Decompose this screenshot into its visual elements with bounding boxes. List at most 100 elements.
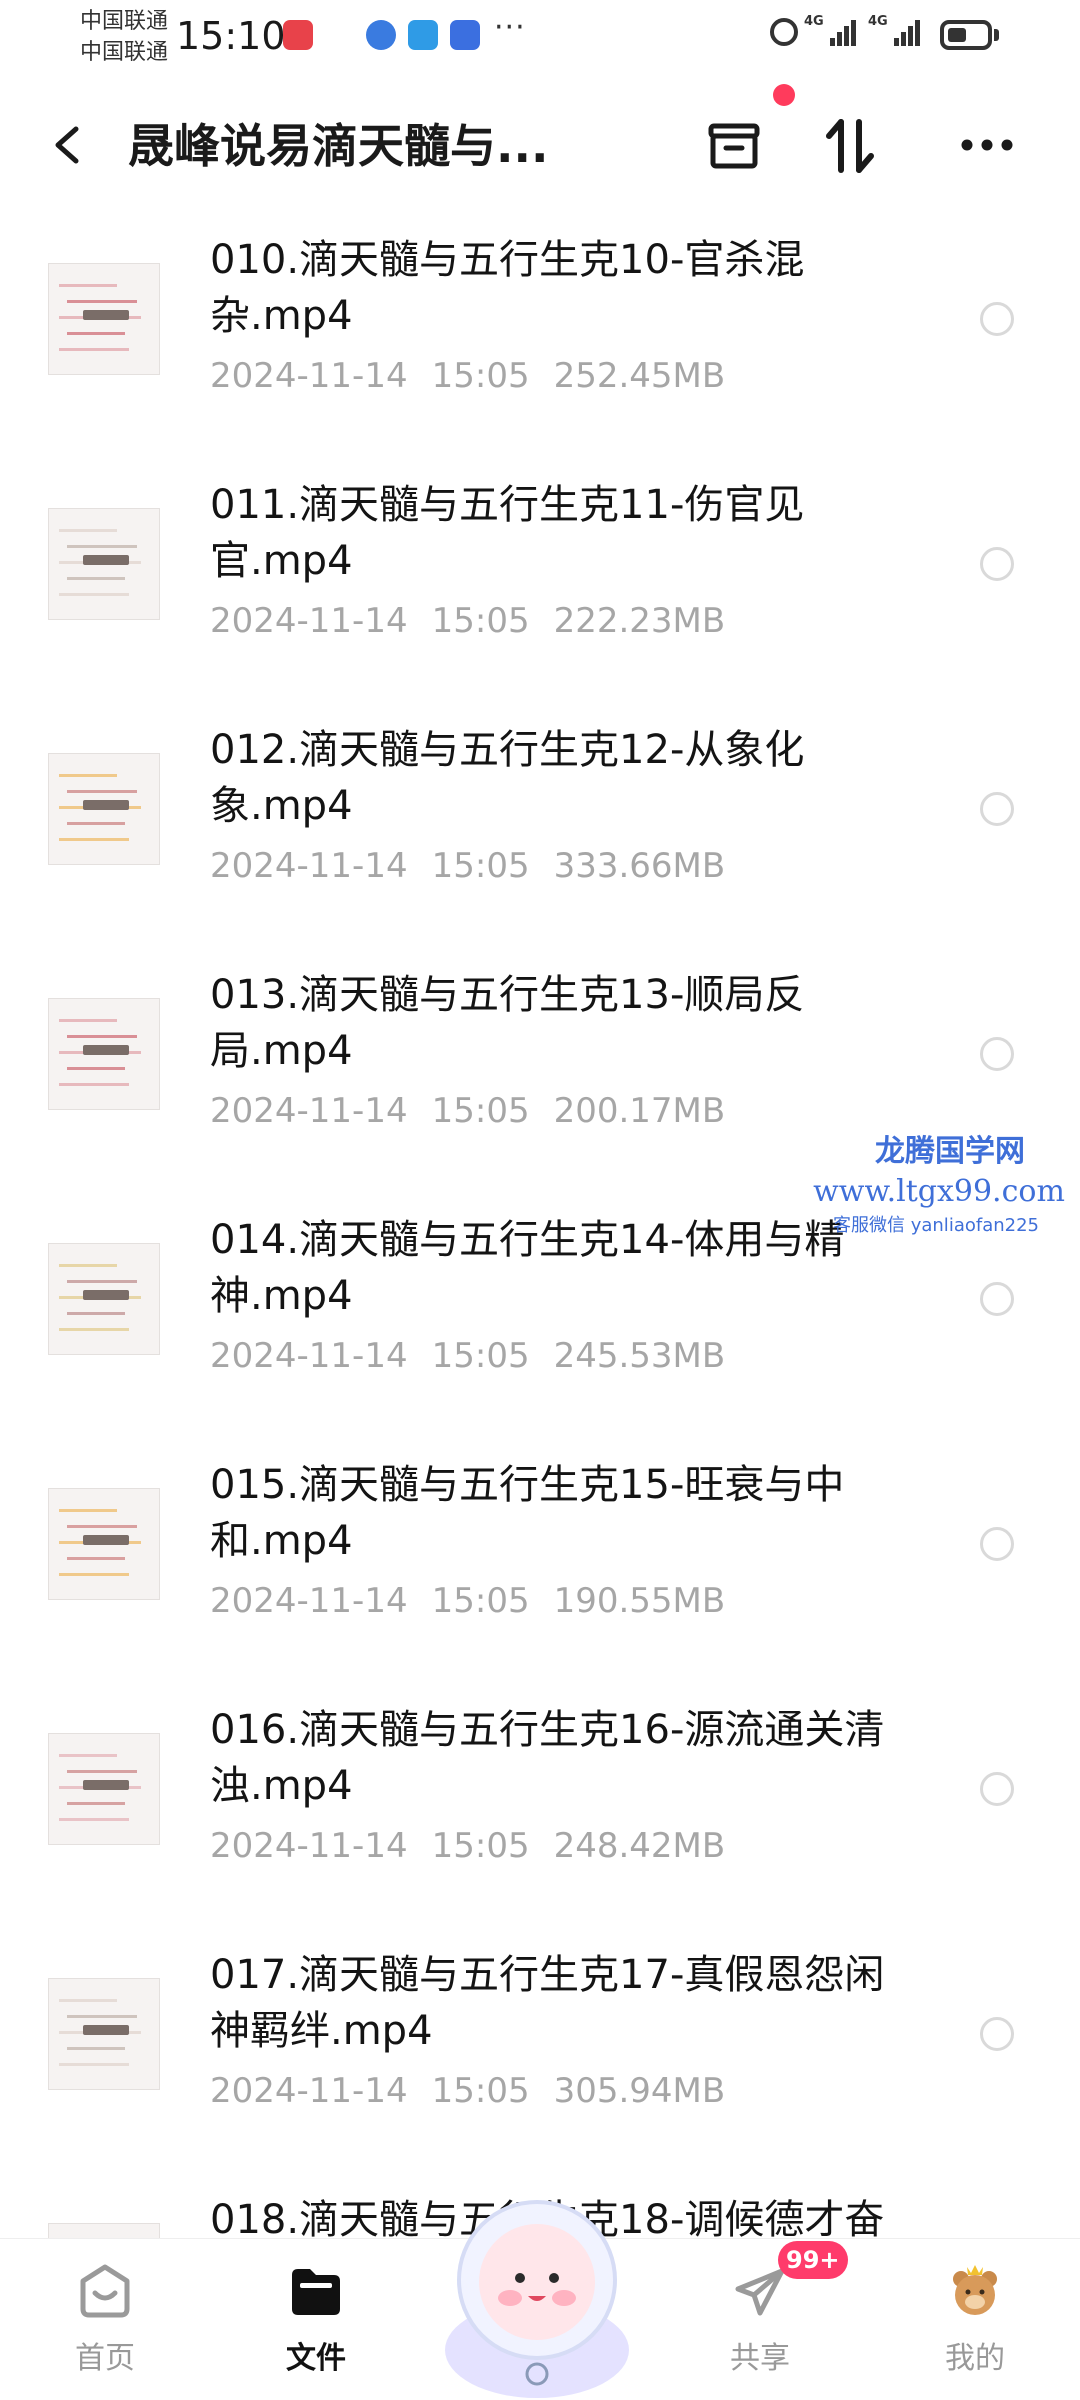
video-thumbnail (48, 1243, 160, 1355)
carrier-1: 中国联通 (80, 9, 169, 34)
thumbnail-text-line (59, 1999, 117, 2002)
thumbnail-text-line (67, 1067, 125, 1070)
thumbnail-title-block (83, 1535, 129, 1545)
file-time: 15:05 (431, 1826, 530, 1866)
file-time: 15:05 (431, 846, 530, 886)
file-row[interactable]: 014.滴天髓与五行生克14-体用与精神.mp4 2024-11-14 15:05 2… (0, 1198, 1080, 1443)
sort-button[interactable] (815, 110, 885, 180)
weather-notification-icon (408, 20, 438, 50)
file-row[interactable]: 015.滴天髓与五行生克15-旺衰与中和.mp4 2024-11-14 15:05 1… (0, 1443, 1080, 1688)
file-size: 190.55MB (553, 1581, 726, 1621)
file-name: 013.滴天髓与五行生克13-顺局反局.mp4 (210, 972, 805, 1074)
select-radio[interactable] (980, 547, 1014, 581)
thumbnail-text-line (67, 300, 137, 303)
file-name: 011.滴天髓与五行生克11-伤官见官.mp4 (210, 482, 805, 584)
video-thumbnail (48, 753, 160, 865)
thumbnail-title-block (83, 1290, 129, 1300)
thumbnail-text-line (67, 790, 137, 793)
center-mascot-button[interactable] (432, 2180, 642, 2400)
file-meta: 2024-11-14 15:05 333.66MB (210, 844, 725, 888)
thumbnail-text-line (67, 545, 137, 548)
file-meta: 2024-11-14 15:05 200.17MB (210, 1089, 725, 1133)
signal-icon-2: 4G (868, 14, 924, 50)
file-size: 200.17MB (553, 1091, 726, 1131)
carrier-labels: 中国联通 中国联通 (80, 6, 168, 68)
file-name: 010.滴天髓与五行生克10-官杀混杂.mp4 (210, 237, 805, 339)
video-thumbnail (48, 2223, 160, 2238)
select-radio[interactable] (980, 1282, 1014, 1316)
file-list[interactable]: 010.滴天髓与五行生克10-官杀混杂.mp4 2024-11-14 15:05 25… (0, 218, 1080, 2238)
thumbnail-text-line (67, 2047, 125, 2050)
file-size: 245.53MB (553, 1336, 726, 1376)
select-radio[interactable] (980, 1037, 1014, 1071)
file-size: 305.94MB (553, 2071, 726, 2111)
thumbnail-text-line (67, 1802, 125, 1805)
select-radio[interactable] (980, 2017, 1014, 2051)
video-thumbnail (48, 1733, 160, 1845)
file-row[interactable]: 011.滴天髓与五行生克11-伤官见官.mp4 2024-11-14 15:05 22… (0, 463, 1080, 708)
select-radio[interactable] (980, 1772, 1014, 1806)
more-notifications-icon: ··· (494, 10, 526, 45)
select-radio[interactable] (980, 302, 1014, 336)
thumbnail-text-line (59, 1328, 129, 1331)
file-name: 015.滴天髓与五行生克15-旺衰与中和.mp4 (210, 1462, 845, 1564)
file-meta: 2024-11-14 15:05 190.55MB (210, 1579, 725, 1623)
video-thumbnail (48, 508, 160, 620)
nav-profile-label: 我的 (945, 2341, 1005, 2376)
video-thumbnail (48, 1488, 160, 1600)
file-name: 017.滴天髓与五行生克17-真假恩怨闲神羁绊.mp4 (210, 1952, 885, 2054)
file-meta: 2024-11-14 15:05 305.94MB (210, 2069, 725, 2113)
file-size: 222.23MB (553, 601, 726, 641)
more-options-button[interactable] (952, 110, 1022, 180)
nav-files[interactable]: 文件 (246, 2239, 386, 2400)
carrier-2: 中国联通 (80, 40, 169, 65)
file-date: 2024-11-14 (210, 1091, 408, 1131)
thumbnail-text-line (59, 1754, 117, 1757)
astronaut-mascot-icon (445, 2200, 629, 2398)
file-meta: 2024-11-14 15:05 252.45MB (210, 354, 725, 398)
battery-cap (994, 29, 999, 41)
thumbnail-text-line (59, 1818, 129, 1821)
thumbnail-text-line (67, 1525, 137, 1528)
back-button[interactable] (44, 115, 94, 175)
thumbnail-text-line (67, 822, 125, 825)
select-radio[interactable] (980, 1527, 1014, 1561)
file-size: 252.45MB (553, 356, 726, 396)
file-row[interactable]: 016.滴天髓与五行生克16-源流通关清浊.mp4 2024-11-14 15:05… (0, 1688, 1080, 1933)
file-time: 15:05 (431, 1581, 530, 1621)
network-type-2: 4G (868, 14, 888, 29)
file-date: 2024-11-14 (210, 1581, 408, 1621)
top-app-bar: 晟峰说易滴天髓与... (0, 80, 1080, 210)
file-row[interactable]: 013.滴天髓与五行生克13-顺局反局.mp4 2024-11-14 15:05 20… (0, 953, 1080, 1198)
transfer-button[interactable] (700, 110, 770, 180)
file-name: 012.滴天髓与五行生克12-从象化象.mp4 (210, 727, 805, 829)
file-row[interactable]: 010.滴天髓与五行生克10-官杀混杂.mp4 2024-11-14 15:05 25… (0, 218, 1080, 463)
battery-icon (940, 20, 992, 50)
nav-files-label: 文件 (286, 2341, 346, 2376)
file-date: 2024-11-14 (210, 356, 408, 396)
thumbnail-text-line (59, 838, 129, 841)
video-thumbnail (48, 263, 160, 375)
file-meta: 2024-11-14 15:05 245.53MB (210, 1334, 725, 1378)
thumbnail-text-line (59, 1019, 117, 1022)
file-date: 2024-11-14 (210, 1826, 408, 1866)
file-date: 2024-11-14 (210, 846, 408, 886)
file-date: 2024-11-14 (210, 1336, 408, 1376)
file-row[interactable]: 012.滴天髓与五行生克12-从象化象.mp4 2024-11-14 15:05 33… (0, 708, 1080, 953)
nav-profile[interactable]: 我的 (905, 2239, 1045, 2400)
file-time: 15:05 (431, 356, 530, 396)
bear-avatar-icon (953, 2265, 997, 2315)
folder-icon (292, 2269, 340, 2315)
status-bar: 中国联通 中国联通 15:10 ··· 4G 4G (0, 0, 1080, 76)
file-date: 2024-11-14 (210, 601, 408, 641)
page-title: 晟峰说易滴天髓与... (128, 119, 549, 173)
nav-home[interactable]: 首页 (35, 2239, 175, 2400)
select-radio[interactable] (980, 792, 1014, 826)
thumbnail-text-line (67, 577, 125, 580)
file-date: 2024-11-14 (210, 2071, 408, 2111)
browser-notification-icon (366, 20, 396, 50)
file-row[interactable]: 017.滴天髓与五行生克17-真假恩怨闲神羁绊.mp4 2024-11-14 15:… (0, 1933, 1080, 2178)
file-time: 15:05 (431, 2071, 530, 2111)
thumbnail-title-block (83, 555, 129, 565)
thumbnail-text-line (59, 593, 129, 596)
